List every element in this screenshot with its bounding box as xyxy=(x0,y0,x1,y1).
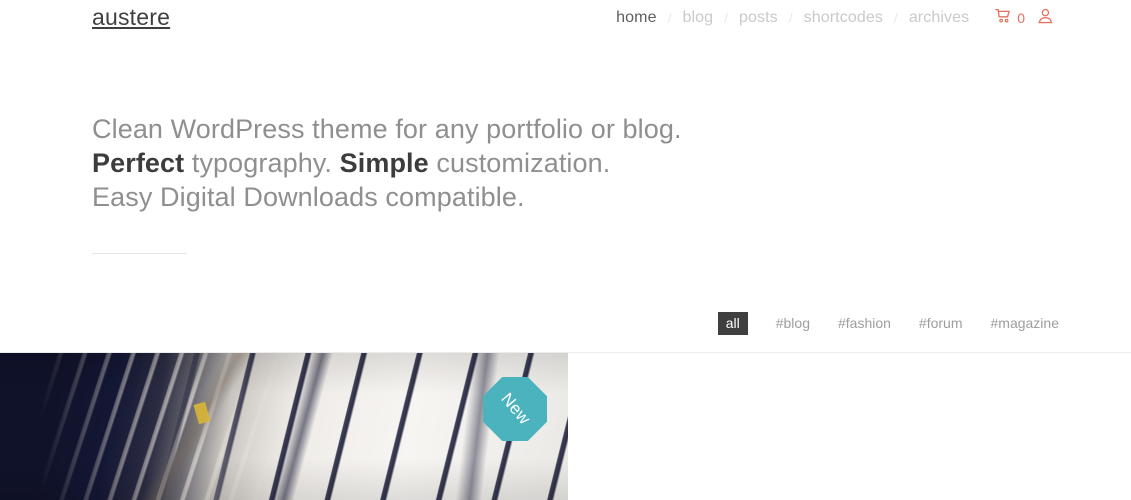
filter-item-blog[interactable]: #blog xyxy=(776,315,810,331)
header-tools: 0 xyxy=(995,6,1053,30)
page-root: austere home / blog / posts / shortcodes… xyxy=(0,0,1131,500)
nav-separator: / xyxy=(667,10,672,26)
hero-line-2-end: customization. xyxy=(428,148,611,178)
nav-separator: / xyxy=(724,10,729,26)
cart-button[interactable]: 0 xyxy=(995,8,1025,29)
nav-item-archives[interactable]: archives xyxy=(909,6,969,30)
hero-line-2-mid: typography. xyxy=(184,148,340,178)
hero-divider xyxy=(92,253,187,254)
hero-line-2: Perfect typography. Simple customization… xyxy=(92,146,792,180)
hero-line-1: Clean WordPress theme for any portfolio … xyxy=(92,114,682,144)
cart-count: 0 xyxy=(1017,10,1025,26)
nav-item-home[interactable]: home xyxy=(616,6,656,30)
filter-item-fashion[interactable]: #fashion xyxy=(838,315,891,331)
nav-item-shortcodes[interactable]: shortcodes xyxy=(804,6,883,30)
main-navigation: home / blog / posts / shortcodes / archi… xyxy=(616,6,1053,30)
nav-separator: / xyxy=(788,10,793,26)
account-button[interactable] xyxy=(1038,8,1053,29)
shopping-cart-icon xyxy=(995,8,1012,29)
hero-section: Clean WordPress theme for any portfolio … xyxy=(92,112,792,214)
filter-item-magazine[interactable]: #magazine xyxy=(991,315,1060,331)
portfolio-grid xyxy=(0,353,1131,500)
site-logo[interactable]: austere xyxy=(92,4,170,30)
hero-emphasis-simple: Simple xyxy=(339,148,429,178)
nav-separator: / xyxy=(893,10,898,26)
user-account-icon xyxy=(1038,8,1053,29)
site-header: austere home / blog / posts / shortcodes… xyxy=(0,0,1131,52)
portfolio-filter-bar: all #blog #fashion #forum #magazine xyxy=(717,311,1060,335)
nav-item-posts[interactable]: posts xyxy=(739,6,778,30)
new-badge-label: New xyxy=(496,389,534,429)
filter-item-forum[interactable]: #forum xyxy=(919,315,963,331)
hero-emphasis-perfect: Perfect xyxy=(92,148,185,178)
filter-item-all[interactable]: all xyxy=(717,311,748,335)
grid-item-image xyxy=(0,353,568,500)
grid-item[interactable] xyxy=(0,353,568,500)
nav-item-blog[interactable]: blog xyxy=(682,6,713,30)
hero-line-3: Easy Digital Downloads compatible. xyxy=(92,182,525,212)
photo-vignette xyxy=(0,353,568,500)
